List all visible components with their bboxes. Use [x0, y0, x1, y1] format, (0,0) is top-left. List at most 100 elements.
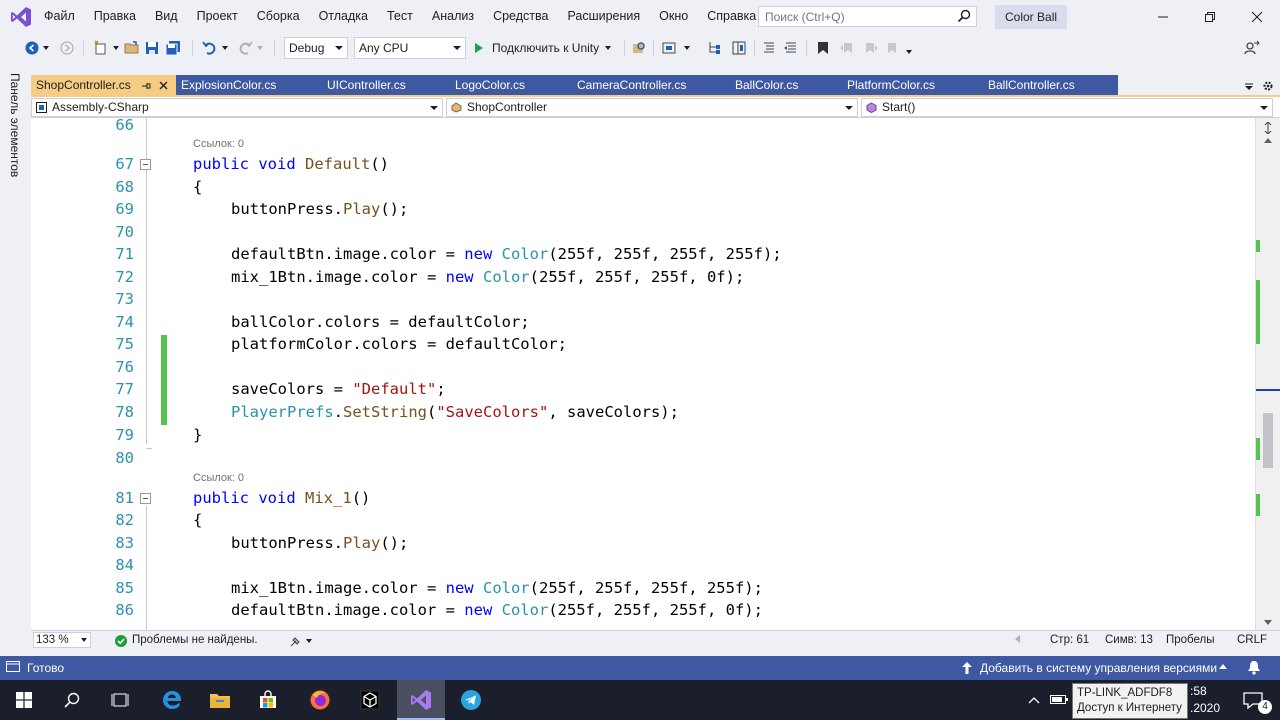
close-icon[interactable]	[159, 81, 168, 90]
open-button[interactable]	[123, 38, 141, 58]
menu-build[interactable]: Сборка	[257, 0, 300, 33]
project-dropdown[interactable]: Assembly-CSharp	[31, 98, 443, 117]
toolbox-label[interactable]: Панель элементов	[8, 73, 22, 177]
scroll-thumb[interactable]	[1263, 413, 1273, 468]
undo-dropdown[interactable]	[221, 38, 229, 58]
start-button[interactable]	[0, 680, 48, 720]
configuration-select[interactable]: Debug	[284, 37, 348, 59]
comment-out-button[interactable]	[760, 38, 778, 58]
zoom-select[interactable]: 133 %	[33, 632, 91, 648]
forward-button[interactable]	[59, 38, 75, 58]
split-editor-icon[interactable]	[1262, 122, 1274, 134]
whitespace-indicator[interactable]: Пробелы	[1166, 634, 1215, 646]
search-input[interactable]	[759, 7, 949, 26]
tab-shopcontroller[interactable]: ShopController.cs	[31, 75, 177, 96]
uncomment-button[interactable]	[782, 38, 800, 58]
references-codelens[interactable]: Ссылок: 0	[193, 138, 244, 150]
menu-tools[interactable]: Средства	[493, 0, 548, 33]
unity-explorer-button[interactable]	[630, 38, 648, 58]
add-to-source-control[interactable]: Добавить в систему управления версиями	[980, 661, 1217, 675]
csharp-project-icon	[36, 102, 47, 113]
menu-analyze[interactable]: Анализ	[432, 0, 474, 33]
task-view-button[interactable]	[96, 680, 144, 720]
taskbar-clock[interactable]: :58 .2020	[1190, 683, 1220, 717]
tab-uicontroller[interactable]: UIController.cs	[322, 75, 450, 96]
cleanup-brush-icon[interactable]	[289, 634, 303, 648]
menu-view[interactable]: Вид	[155, 0, 178, 33]
line-indicator[interactable]: Стр: 61	[1050, 634, 1089, 646]
visual-studio-taskbar-button[interactable]	[397, 680, 445, 720]
tab-explosioncolor[interactable]: ExplosionColor.cs	[176, 75, 322, 96]
platform-select[interactable]: Any CPU	[354, 37, 466, 59]
battery-icon[interactable]	[1050, 693, 1068, 705]
menu-test[interactable]: Тест	[387, 0, 413, 33]
redo-dropdown[interactable]	[256, 38, 264, 58]
edge-taskbar-button[interactable]	[148, 680, 196, 720]
save-all-button[interactable]	[163, 38, 183, 58]
attach-to-unity-button[interactable]: Подключить к Unity	[470, 37, 612, 59]
notification-bell-icon[interactable]	[1247, 660, 1261, 675]
back-button[interactable]	[24, 38, 40, 58]
tab-platformcolor[interactable]: PlatformColor.cs	[842, 75, 983, 96]
chevron-up-icon[interactable]	[1219, 664, 1227, 669]
menu-edit[interactable]: Правка	[94, 0, 136, 33]
store-taskbar-button[interactable]	[244, 680, 292, 720]
pin-icon[interactable]	[141, 81, 151, 91]
toolbox-side-panel[interactable]: Панель элементов	[0, 63, 29, 656]
redo-button[interactable]	[236, 38, 254, 58]
save-button[interactable]	[143, 38, 161, 58]
next-bookmark-button[interactable]	[862, 38, 880, 58]
system-tray-chevron-icon[interactable]	[1028, 696, 1040, 704]
undo-button[interactable]	[201, 38, 219, 58]
toggle-panel-button[interactable]	[730, 38, 748, 58]
tab-logocolor[interactable]: LogoColor.cs	[450, 75, 572, 96]
restore-button[interactable]	[1187, 0, 1233, 33]
scroll-down-icon[interactable]	[1264, 620, 1272, 625]
new-dropdown[interactable]	[112, 38, 120, 58]
column-indicator[interactable]: Симв: 13	[1105, 634, 1153, 646]
menu-extensions[interactable]: Расширения	[567, 0, 640, 33]
line-ending-indicator[interactable]: CRLF	[1237, 634, 1267, 646]
telegram-taskbar-button[interactable]	[447, 680, 495, 720]
vertical-scrollbar[interactable]	[1255, 118, 1280, 630]
search-icon[interactable]	[957, 9, 971, 23]
live-share-button[interactable]	[1242, 38, 1262, 58]
menu-project[interactable]: Проект	[197, 0, 238, 33]
references-codelens[interactable]: Ссылок: 0	[193, 472, 244, 484]
settings-gear-icon[interactable]	[1262, 80, 1274, 92]
new-project-button[interactable]	[92, 38, 110, 58]
search-taskbar-button[interactable]	[48, 680, 96, 720]
menu-window[interactable]: Окно	[659, 0, 688, 33]
class-dropdown[interactable]: ShopController	[446, 98, 858, 117]
layout-dropdown[interactable]	[682, 38, 692, 58]
collapse-icon[interactable]	[140, 493, 151, 504]
scroll-up-icon[interactable]	[1264, 138, 1272, 143]
code-editor[interactable]: 66 67 68 69 70 71 72 73 74 75 76 77 78 7…	[31, 118, 1255, 630]
unity-taskbar-button[interactable]	[346, 680, 394, 720]
menu-debug[interactable]: Отладка	[319, 0, 368, 33]
close-button[interactable]	[1234, 0, 1280, 33]
member-dropdown[interactable]: Start()	[861, 98, 1273, 117]
clear-bookmarks-button[interactable]	[884, 38, 902, 58]
bookmark-button[interactable]	[814, 38, 832, 58]
menu-file[interactable]: Файл	[44, 0, 75, 33]
screenshot-button[interactable]	[660, 38, 678, 58]
tab-ballcontroller[interactable]: BallController.cs	[983, 75, 1118, 96]
firefox-taskbar-button[interactable]	[296, 680, 344, 720]
dropdown-arrow-icon[interactable]	[306, 639, 312, 643]
prev-bookmark-button[interactable]	[838, 38, 856, 58]
minimize-button[interactable]	[1140, 0, 1186, 33]
search-box[interactable]	[758, 6, 977, 27]
scroll-left-icon[interactable]	[1015, 635, 1020, 643]
toggle-hierarchy-button[interactable]	[706, 38, 724, 58]
toolbar-overflow[interactable]	[904, 42, 914, 62]
action-center-button[interactable]: 4	[1226, 680, 1280, 720]
collapse-icon[interactable]	[140, 159, 151, 170]
tab-ballcolor[interactable]: BallColor.cs	[730, 75, 842, 96]
back-dropdown[interactable]	[42, 38, 50, 58]
menu-help[interactable]: Справка	[707, 0, 756, 33]
tab-list-dropdown-icon[interactable]	[1244, 81, 1254, 91]
problems-status[interactable]: Проблемы не найдены.	[132, 634, 258, 646]
explorer-taskbar-button[interactable]	[196, 680, 244, 720]
tab-cameracontroller[interactable]: CameraController.cs	[572, 75, 730, 96]
